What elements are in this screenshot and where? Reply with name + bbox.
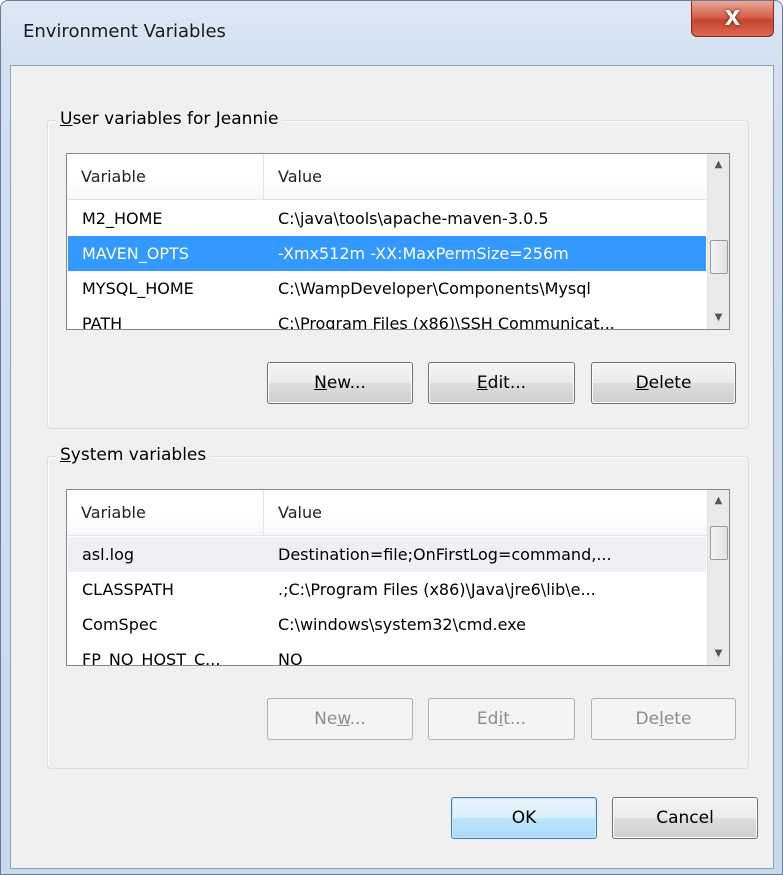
close-icon: X (724, 6, 741, 30)
system-delete-button[interactable]: Delete (591, 698, 736, 740)
variable-name: PATH (82, 314, 123, 330)
variable-name: MAVEN_OPTS (82, 244, 189, 263)
scroll-thumb[interactable] (710, 240, 728, 274)
column-header-variable[interactable]: Variable (67, 154, 146, 200)
system-variables-label: System variables (56, 445, 211, 465)
system-new-button[interactable]: New... (267, 698, 413, 740)
window-title: Environment Variables (23, 21, 226, 42)
variable-value: C:\java\tools\apache-maven-3.0.5 (278, 209, 549, 228)
variable-name: FP_NO_HOST_C... (82, 650, 221, 666)
user-variable-row[interactable]: PATH C:\Program Files (x86)\SSH Communic… (68, 306, 706, 330)
variable-value: Destination=file;OnFirstLog=command,... (278, 545, 612, 564)
ok-button[interactable]: OK (451, 797, 597, 839)
variable-value: .;C:\Program Files (x86)\Java\jre6\lib\e… (278, 580, 596, 599)
dialog-client-area: User variables for Jeannie Variable Valu… (10, 65, 774, 869)
user-delete-button[interactable]: Delete (591, 362, 736, 404)
system-variable-row-hover[interactable]: asl.log Destination=file;OnFirstLog=comm… (68, 537, 706, 572)
scroll-up-arrow-icon[interactable]: ▲ (708, 490, 729, 512)
system-list-scrollbar[interactable]: ▲ ▼ (707, 490, 729, 665)
user-list-scrollbar[interactable]: ▲ ▼ (707, 154, 729, 329)
scroll-down-arrow-icon[interactable]: ▼ (708, 643, 729, 665)
variable-value: C:\WampDeveloper\Components\Mysql (278, 279, 591, 298)
scroll-up-arrow-icon[interactable]: ▲ (708, 154, 729, 176)
user-edit-button[interactable]: Edit... (428, 362, 575, 404)
user-variable-row[interactable]: MYSQL_HOME C:\WampDeveloper\Components\M… (68, 271, 706, 306)
system-variables-group: System variables Variable Value asl.log … (47, 445, 749, 769)
user-new-button[interactable]: New... (267, 362, 413, 404)
environment-variables-window: Environment Variables X User variables f… (0, 0, 783, 875)
scroll-down-arrow-icon[interactable]: ▼ (708, 307, 729, 329)
variable-value: NO (278, 650, 303, 666)
variable-value: C:\windows\system32\cmd.exe (278, 615, 526, 634)
user-variable-row-selected[interactable]: MAVEN_OPTS -Xmx512m -XX:MaxPermSize=256m (68, 236, 706, 271)
system-variable-row[interactable]: CLASSPATH .;C:\Program Files (x86)\Java\… (68, 572, 706, 607)
column-header-value[interactable]: Value (264, 490, 322, 536)
title-bar[interactable]: Environment Variables X (1, 1, 782, 65)
variable-name: ComSpec (82, 615, 158, 634)
variable-value: C:\Program Files (x86)\SSH Communicat... (278, 314, 615, 330)
variable-name: MYSQL_HOME (82, 279, 194, 298)
variable-value: -Xmx512m -XX:MaxPermSize=256m (278, 244, 569, 263)
system-list-header: Variable Value (67, 490, 707, 536)
system-edit-button[interactable]: Edit... (428, 698, 575, 740)
scroll-thumb[interactable] (710, 526, 728, 560)
variable-name: M2_HOME (82, 209, 163, 228)
user-variables-label: User variables for Jeannie (56, 109, 283, 129)
cancel-button[interactable]: Cancel (612, 797, 758, 839)
user-variables-group: User variables for Jeannie Variable Valu… (47, 109, 749, 429)
user-variables-list[interactable]: Variable Value M2_HOME C:\java\tools\apa… (66, 153, 730, 330)
column-header-value[interactable]: Value (264, 154, 322, 200)
variable-name: CLASSPATH (82, 580, 174, 599)
variable-name: asl.log (82, 545, 135, 564)
column-header-variable[interactable]: Variable (67, 490, 146, 536)
system-variable-row[interactable]: FP_NO_HOST_C... NO (68, 642, 706, 666)
user-list-header: Variable Value (67, 154, 707, 200)
system-variable-row[interactable]: ComSpec C:\windows\system32\cmd.exe (68, 607, 706, 642)
user-variable-row[interactable]: M2_HOME C:\java\tools\apache-maven-3.0.5 (68, 201, 706, 236)
system-variables-list[interactable]: Variable Value asl.log Destination=file;… (66, 489, 730, 666)
close-button[interactable]: X (691, 1, 774, 37)
